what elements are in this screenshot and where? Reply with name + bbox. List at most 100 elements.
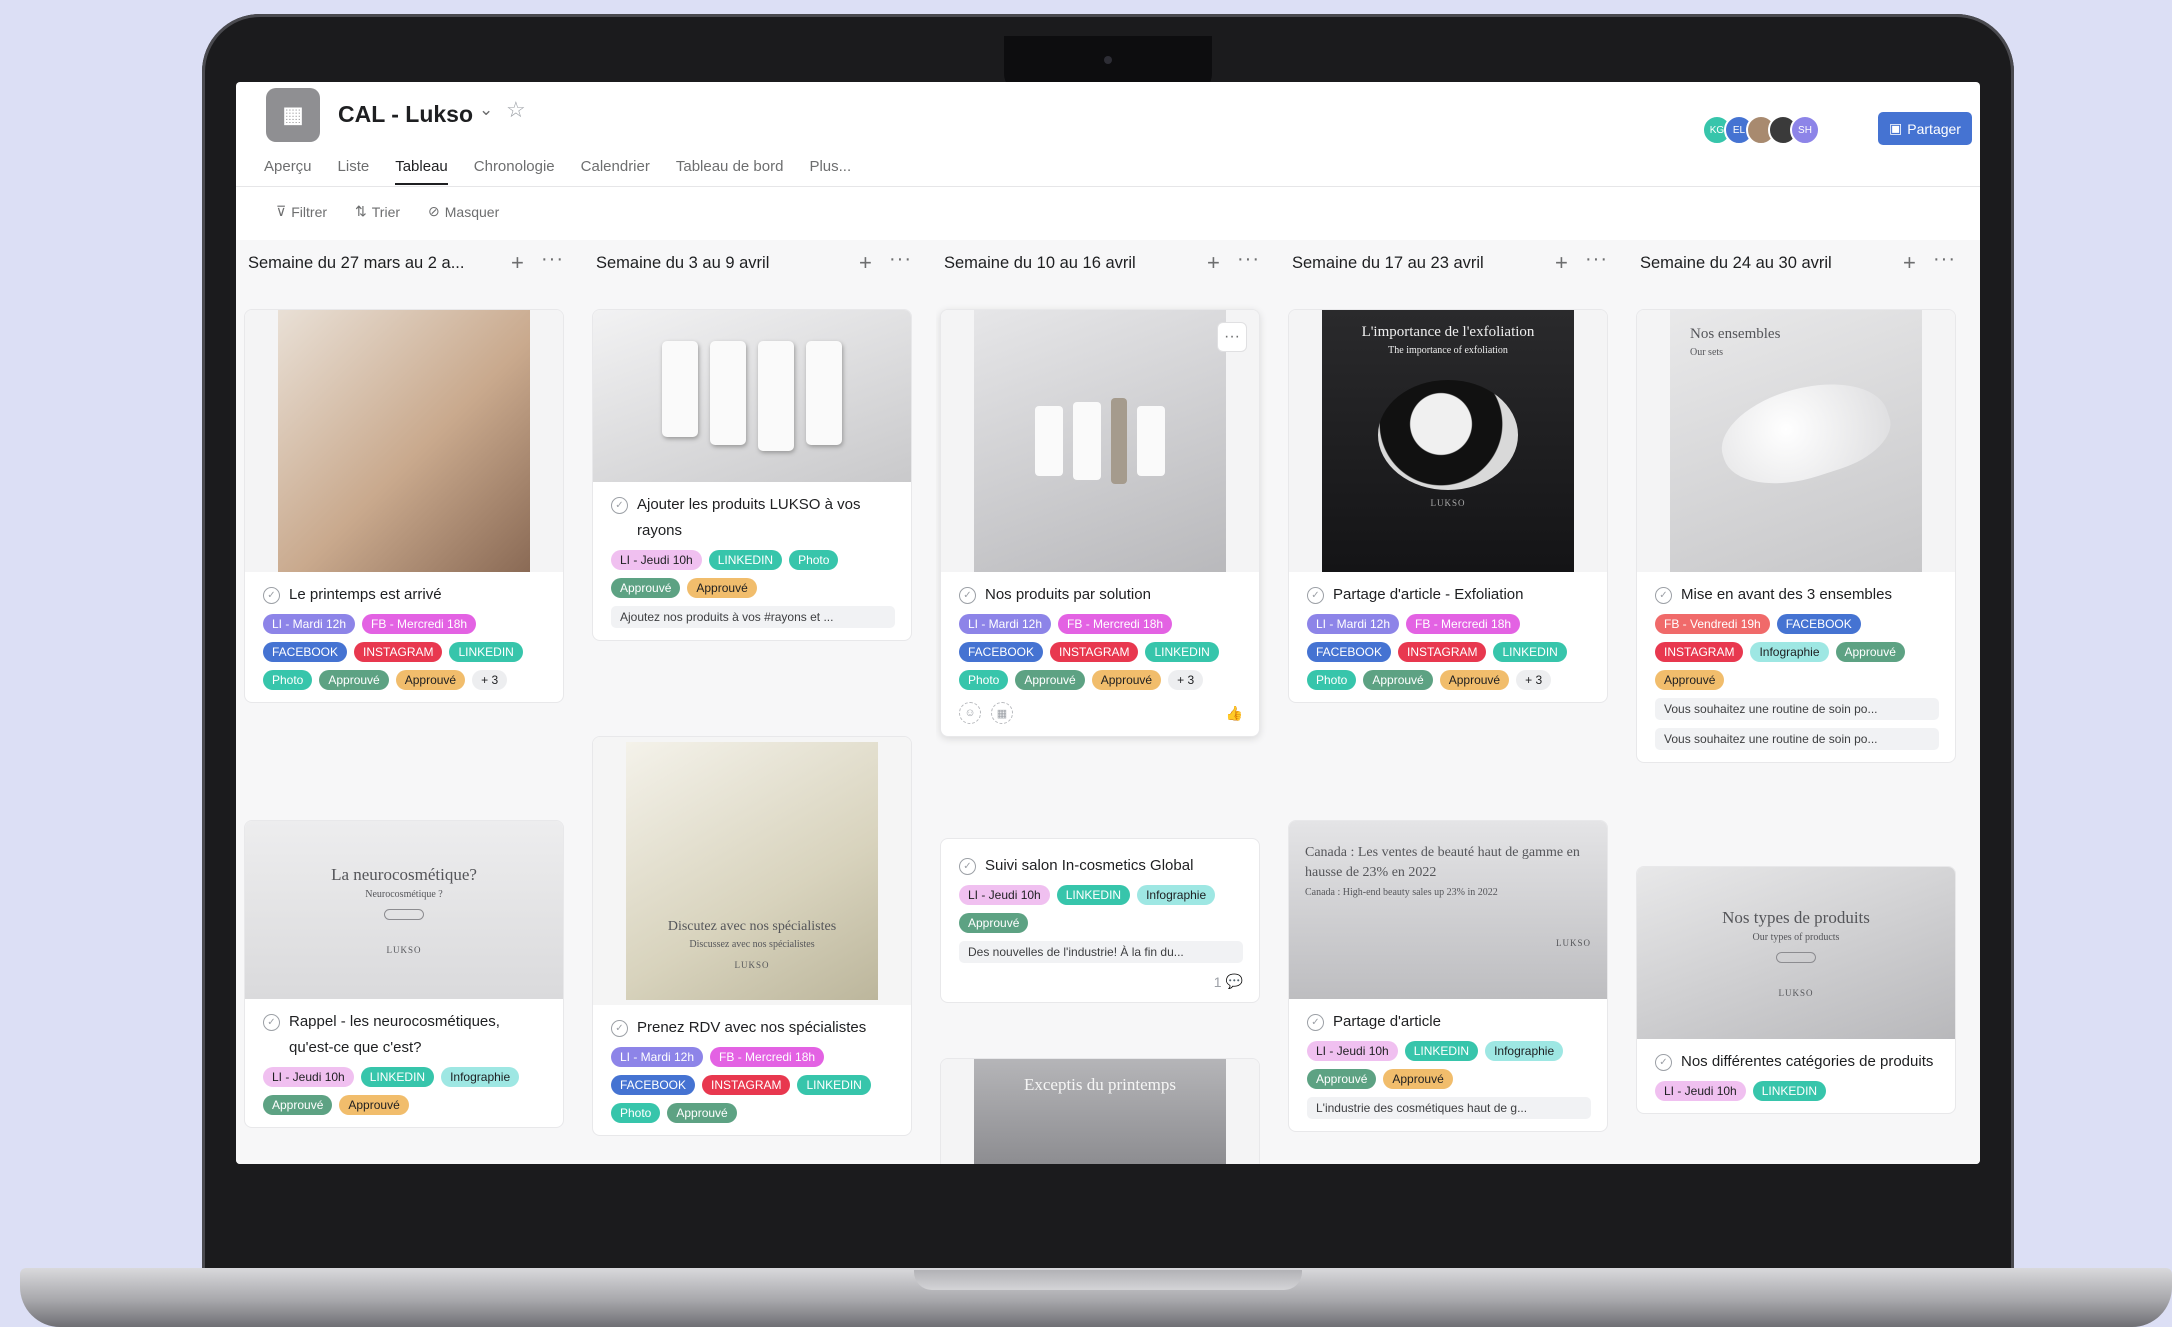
task-card[interactable]: Discutez avec nos spécialistes Discussez…	[592, 736, 912, 1136]
tab-tableau[interactable]: Tableau	[395, 158, 448, 185]
avatar[interactable]: SH	[1790, 115, 1820, 145]
more-icon[interactable]: ···	[541, 248, 564, 271]
tab-plus[interactable]: Plus...	[809, 158, 851, 185]
column-title[interactable]: Semaine du 24 au 30 avril	[1640, 254, 1892, 273]
tag: LINKEDIN	[360, 1067, 435, 1087]
task-card[interactable]: ··· ✓ Nos produits par solution LI - Mard…	[940, 309, 1260, 737]
member-avatars[interactable]: KG EL SH	[1702, 115, 1820, 145]
add-task-icon[interactable]: +	[1555, 250, 1568, 276]
check-icon[interactable]: ✓	[959, 858, 976, 875]
add-task-icon[interactable]: +	[511, 250, 524, 276]
project-title[interactable]: CAL - Lukso	[338, 101, 473, 128]
tab-calendrier[interactable]: Calendrier	[581, 158, 650, 185]
comment-icon[interactable]: 💬	[1226, 973, 1243, 990]
tag: INSTAGRAM	[702, 1075, 791, 1095]
board-icon[interactable]: ▦	[266, 88, 320, 142]
check-icon[interactable]: ✓	[1655, 1054, 1672, 1071]
add-task-icon[interactable]: +	[859, 250, 872, 276]
image-text: Canada : Les ventes de beauté haut de ga…	[1305, 845, 1580, 880]
card-image	[593, 310, 911, 482]
tag: Approuvé	[1383, 1069, 1453, 1089]
task-card[interactable]: Exceptis du printemps	[940, 1058, 1260, 1164]
more-icon[interactable]: ···	[889, 248, 912, 271]
sort-button[interactable]: ⇅ Trier	[355, 203, 400, 220]
card-more-icon[interactable]: ···	[1217, 322, 1247, 352]
tag-list: FB - Vendredi 19h FACEBOOK INSTAGRAM Inf…	[1655, 614, 1939, 690]
check-icon[interactable]: ✓	[611, 497, 628, 514]
chevron-down-icon[interactable]: ⌄	[479, 100, 493, 120]
more-icon[interactable]: ···	[1585, 248, 1608, 271]
task-card[interactable]: Nos ensembles Our sets ✓ Mise en avant de…	[1636, 309, 1956, 763]
task-card[interactable]: La neurocosmétique? Neurocosmétique ? LU…	[244, 820, 564, 1128]
more-icon[interactable]: ···	[1933, 248, 1956, 271]
tab-tableau-de-bord[interactable]: Tableau de bord	[676, 158, 784, 185]
tag: Approuvé	[339, 1095, 409, 1115]
tag: FACEBOOK	[611, 1075, 696, 1095]
card-title: Nos différentes catégories de produits	[1681, 1053, 1934, 1070]
tag-list: LI - Jeudi 10h LINKEDIN Infographie Appr…	[263, 1067, 547, 1115]
tab-apercu[interactable]: Aperçu	[264, 158, 312, 185]
tag: Photo	[263, 670, 313, 690]
tag: Approuvé	[667, 1103, 737, 1123]
check-icon[interactable]: ✓	[263, 1014, 280, 1031]
task-card[interactable]: ✓ Ajouter les produits LUKSO à vos rayons…	[592, 309, 912, 641]
divider	[236, 186, 1980, 187]
tag-overflow[interactable]: + 3	[472, 670, 508, 690]
check-icon[interactable]: ✓	[1655, 587, 1672, 604]
add-task-icon[interactable]: +	[1903, 250, 1916, 276]
tag: Infographie	[441, 1067, 520, 1087]
share-button[interactable]: ▣ Partager	[1878, 112, 1972, 145]
tag-overflow[interactable]: + 3	[1168, 670, 1204, 690]
task-card[interactable]: Canada : Les ventes de beauté haut de ga…	[1288, 820, 1608, 1132]
card-title: Suivi salon In-cosmetics Global	[985, 857, 1194, 874]
image-text: L'importance de l'exfoliation	[1361, 324, 1535, 340]
column-title[interactable]: Semaine du 17 au 23 avril	[1292, 254, 1544, 273]
filter-button[interactable]: ⊽ Filtrer	[276, 203, 327, 220]
card-title: Mise en avant des 3 ensembles	[1681, 586, 1892, 603]
column-title[interactable]: Semaine du 3 au 9 avril	[596, 254, 848, 273]
image-brand: LUKSO	[1555, 938, 1591, 948]
card-title: Nos produits par solution	[985, 586, 1151, 603]
due-date-icon[interactable]: ▦	[991, 702, 1013, 724]
tag: LI - Mardi 12h	[611, 1047, 704, 1067]
task-card[interactable]: ✓ Le printemps est arrivé LI - Mardi 12h …	[244, 309, 564, 703]
check-icon[interactable]: ✓	[1307, 587, 1324, 604]
tab-liste[interactable]: Liste	[338, 158, 370, 185]
add-task-icon[interactable]: +	[1207, 250, 1220, 276]
star-icon[interactable]: ☆	[506, 97, 526, 123]
like-icon[interactable]: 👍	[1226, 705, 1243, 722]
column-header: Semaine du 24 au 30 avril + ···	[1632, 240, 1968, 292]
tag-list: LI - Jeudi 10h LINKEDIN Infographie Appr…	[959, 885, 1243, 933]
assignee-icon[interactable]: ☺	[959, 702, 981, 724]
image-text: Nos types de produits	[1722, 908, 1870, 927]
task-card[interactable]: L'importance de l'exfoliation The import…	[1288, 309, 1608, 703]
portrait-photo	[278, 310, 530, 572]
tag: LI - Jeudi 10h	[1307, 1041, 1398, 1061]
column-title[interactable]: Semaine du 10 au 16 avril	[944, 254, 1196, 273]
task-card[interactable]: Nos types de produits Our types of produ…	[1636, 866, 1956, 1114]
image-brand: LUKSO	[1778, 988, 1814, 998]
image-text: Nos ensembles	[1690, 326, 1781, 342]
board-column: Semaine du 3 au 9 avril + ··· ✓ Ajouter l…	[588, 240, 924, 1164]
check-icon[interactable]: ✓	[611, 1020, 628, 1037]
tag: Approuvé	[611, 578, 681, 598]
check-icon[interactable]: ✓	[263, 587, 280, 604]
tag: INSTAGRAM	[1398, 642, 1487, 662]
card-image: ···	[941, 310, 1259, 572]
tab-chronologie[interactable]: Chronologie	[474, 158, 555, 185]
hide-button[interactable]: ⊘ Masquer	[428, 203, 499, 220]
tag-list: LI - Jeudi 10h LINKEDIN	[1655, 1081, 1939, 1101]
tag: LINKEDIN	[1493, 642, 1567, 662]
task-card[interactable]: ✓ Suivi salon In-cosmetics Global LI - Je…	[940, 838, 1260, 1003]
tag: LINKEDIN	[797, 1075, 871, 1095]
check-icon[interactable]: ✓	[1307, 1014, 1324, 1031]
comment-count: 1	[1213, 973, 1222, 990]
column-title[interactable]: Semaine du 27 mars au 2 a...	[248, 254, 500, 273]
tag: Approuvé	[1363, 670, 1433, 690]
tag: Approuvé	[1439, 670, 1510, 690]
tag-overflow[interactable]: + 3	[1516, 670, 1552, 690]
card-image: Nos types de produits Our types of produ…	[1637, 867, 1955, 1039]
sort-label: Trier	[371, 203, 401, 220]
more-icon[interactable]: ···	[1237, 248, 1260, 271]
check-icon[interactable]: ✓	[959, 587, 976, 604]
